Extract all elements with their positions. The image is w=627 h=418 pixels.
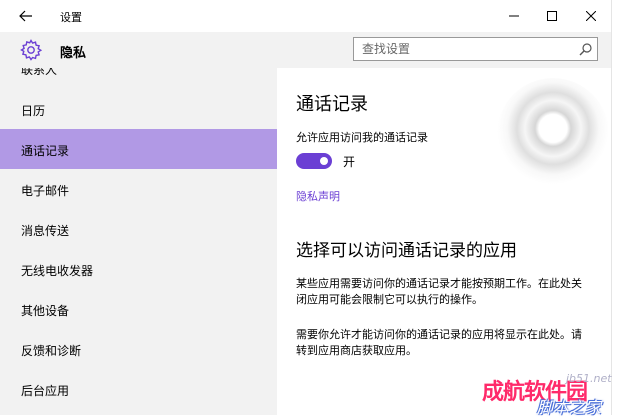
maximize-button[interactable] (535, 4, 569, 28)
title-bar: 设置 (0, 0, 611, 32)
sidebar-item-call-history[interactable]: 通话记录 (0, 129, 277, 169)
sidebar-item-label: 反馈和诊断 (21, 344, 82, 358)
sidebar-item-email[interactable]: 电子邮件 (0, 169, 277, 209)
call-history-toggle[interactable] (296, 153, 332, 169)
sidebar-item-background-apps[interactable]: 后台应用 (0, 369, 277, 409)
toggle-knob (320, 157, 328, 165)
sidebar-item-calendar[interactable]: 日历 (0, 89, 277, 129)
watermark-sub-text: 脚本之家 (537, 398, 602, 417)
close-icon (586, 11, 596, 21)
sidebar-item-label: 联系人 (21, 68, 58, 77)
sidebar: 联系人 日历 通话记录 电子邮件 消息传送 无线电收发器 其他设备 反馈和诊断 … (0, 68, 277, 415)
back-arrow-icon (19, 10, 32, 22)
maximize-icon (547, 11, 557, 21)
privacy-statement-link[interactable]: 隐私声明 (296, 188, 340, 204)
allow-access-label: 允许应用访问我的通话记录 (296, 131, 428, 144)
page-title: 隐私 (60, 46, 87, 61)
minimize-button[interactable] (497, 4, 531, 28)
gear-icon (20, 39, 43, 61)
search-icon[interactable] (579, 42, 593, 56)
sidebar-item-feedback[interactable]: 反馈和诊断 (0, 329, 277, 369)
sidebar-item-label: 日历 (21, 104, 46, 118)
sidebar-item-label: 无线电收发器 (21, 264, 94, 278)
sidebar-item-label: 消息传送 (21, 224, 70, 238)
sidebar-item-label: 后台应用 (21, 384, 70, 398)
decorative-circle (497, 78, 609, 190)
sidebar-item-label: 其他设备 (21, 304, 70, 318)
sidebar-item-contacts[interactable]: 联系人 (0, 68, 277, 88)
minimize-icon (509, 15, 519, 17)
sidebar-item-label: 电子邮件 (21, 184, 70, 198)
search-box[interactable] (353, 37, 598, 61)
sidebar-item-other-devices[interactable]: 其他设备 (0, 289, 277, 329)
page-header: 隐私 (0, 32, 611, 68)
toggle-state-label: 开 (343, 155, 356, 169)
sidebar-item-label: 通话记录 (21, 144, 70, 158)
watermark-url: jb51.net (566, 372, 612, 385)
settings-window: 设置 隐私 联系人 日历 通话记录 电子邮件 (0, 0, 612, 415)
back-button[interactable] (14, 4, 38, 28)
close-button[interactable] (574, 4, 608, 28)
apps-section-title: 选择可以访问通话记录的应用 (296, 241, 517, 261)
section-title: 通话记录 (296, 94, 368, 115)
window-title: 设置 (60, 11, 82, 24)
sidebar-item-radios[interactable]: 无线电收发器 (0, 249, 277, 289)
sidebar-item-messaging[interactable]: 消息传送 (0, 209, 277, 249)
apps-empty-note: 需要你允许才能访问你的通话记录的应用将显示在此处。请转到应用商店获取应用。 (296, 328, 582, 357)
watermark: 成航软件园 jb51.net 脚本之家 (482, 372, 627, 417)
search-input[interactable] (362, 41, 572, 57)
apps-description: 某些应用需要访问你的通话记录才能按预期工作。在此处关闭应用可能会限制它可以执行的… (296, 277, 582, 306)
